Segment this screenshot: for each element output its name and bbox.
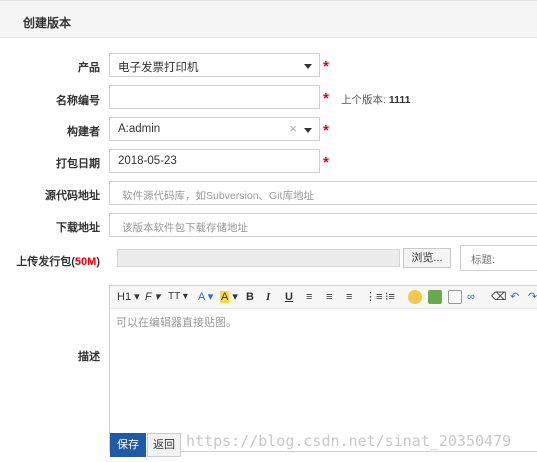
previous-version-hint: 上个版本: 1111 <box>341 92 410 107</box>
underline-button[interactable]: U <box>285 289 293 305</box>
align-left-icon[interactable]: ≡ <box>306 289 312 305</box>
product-select[interactable]: 电子发票打印机 <box>109 53 320 77</box>
editor-toolbar: H1 ▾ F ▾ TT ▾ A ▾ A ▾ B I U ≡ ≡ ≡ ⋮≡ ⁝≡ … <box>110 286 537 309</box>
align-right-icon[interactable]: ≡ <box>346 289 352 305</box>
required-mark: * <box>323 90 329 107</box>
name-label: 名称编号 <box>56 95 100 107</box>
upload-label-suffix: ) <box>96 256 100 268</box>
chevron-down-icon <box>304 128 312 133</box>
download-label: 下载地址 <box>56 222 100 234</box>
product-value: 电子发票打印机 <box>118 62 199 74</box>
redo-icon[interactable]: ↷ <box>528 289 537 305</box>
date-value: 2018-05-23 <box>118 155 177 167</box>
download-url-input[interactable]: 该版本软件包下载存储地址 <box>109 213 537 237</box>
chevron-down-icon <box>304 64 312 69</box>
font-family-dropdown[interactable]: F ▾ <box>145 289 160 305</box>
heading-label: H1 <box>117 291 132 303</box>
link-icon[interactable]: ∞ <box>467 289 475 305</box>
undo-icon[interactable]: ↶ <box>510 289 519 305</box>
product-label: 产品 <box>78 62 100 74</box>
bold-button[interactable]: B <box>246 289 254 305</box>
editor-placeholder: 可以在编辑器直接贴图。 <box>116 317 237 329</box>
panel-title: 创建版本 <box>23 16 72 30</box>
panel-header: 创建版本 <box>0 0 537 38</box>
align-center-icon[interactable]: ≡ <box>326 289 332 305</box>
download-placeholder: 该版本软件包下载存储地址 <box>122 222 248 234</box>
save-button[interactable]: 保存 <box>110 433 146 457</box>
font-color-label: A <box>198 291 205 303</box>
font-size-dropdown[interactable]: TT ▾ <box>168 289 188 305</box>
builder-label: 构建者 <box>67 126 100 138</box>
font-size-label: TT <box>168 291 181 302</box>
media-icon[interactable] <box>448 290 462 304</box>
source-placeholder: 软件源代码库，如Subversion、Git库地址 <box>122 190 314 202</box>
source-label: 源代码地址 <box>45 190 100 202</box>
required-mark: * <box>323 122 329 139</box>
ordered-list-icon[interactable]: ⋮≡ <box>365 289 382 305</box>
upload-label: 上传发行包(50M) <box>0 253 100 269</box>
font-color-dropdown[interactable]: A ▾ <box>198 289 213 305</box>
previous-version-prefix: 上个版本: <box>341 94 386 106</box>
emoticon-icon[interactable] <box>408 290 422 304</box>
watermark: https://blog.csdn.net/sinat_20350479 <box>186 432 512 450</box>
italic-button[interactable]: I <box>266 289 270 305</box>
background-color-dropdown[interactable]: A ▾ <box>220 289 238 305</box>
clear-icon[interactable]: × <box>289 121 297 136</box>
name-field[interactable] <box>109 85 320 109</box>
background-color-label: A <box>220 291 230 303</box>
description-editor[interactable]: H1 ▾ F ▾ TT ▾ A ▾ A ▾ B I U ≡ ≡ ≡ ⋮≡ ⁝≡ … <box>109 285 537 452</box>
browse-button[interactable]: 浏览... <box>403 248 451 268</box>
date-label: 打包日期 <box>56 158 100 170</box>
builder-value: A:admin <box>118 123 161 135</box>
image-icon[interactable] <box>428 290 442 304</box>
upload-size-limit: 50M <box>74 256 97 268</box>
font-family-label: F <box>145 291 152 303</box>
file-upload-field[interactable] <box>117 249 400 267</box>
source-url-input[interactable]: 软件源代码库，如Subversion、Git库地址 <box>109 181 537 205</box>
required-mark: * <box>323 58 329 75</box>
file-title-input[interactable]: 标题: <box>460 245 537 271</box>
description-label: 描述 <box>78 351 100 363</box>
back-button[interactable]: 返回 <box>147 433 181 457</box>
builder-select[interactable]: A:admin × <box>109 117 320 141</box>
required-mark: * <box>323 154 329 171</box>
file-title-placeholder: 标题: <box>471 254 495 266</box>
upload-label-prefix: 上传发行包( <box>16 256 75 268</box>
unordered-list-icon[interactable]: ⁝≡ <box>385 289 395 305</box>
eraser-icon[interactable]: ⌫ <box>491 289 507 305</box>
date-field[interactable]: 2018-05-23 <box>109 149 320 173</box>
previous-version-value: 1111 <box>388 94 411 106</box>
heading-dropdown[interactable]: H1 ▾ <box>117 289 140 305</box>
